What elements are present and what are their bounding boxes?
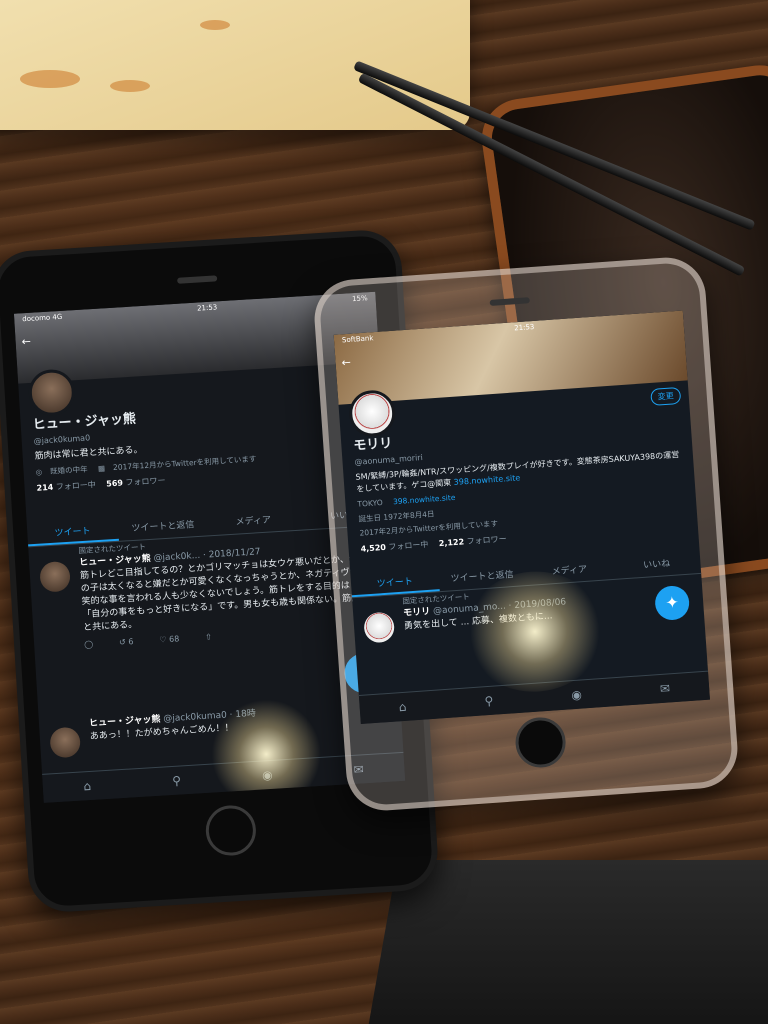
location-label: TOKYO (357, 497, 383, 509)
like-button[interactable]: ♡ 68 (159, 633, 180, 646)
right-twitter-screen: SoftBank 21:53 ← 変更 モリリ @aonuma_moriri S… (333, 310, 710, 724)
following-label: フォロー中 (55, 480, 97, 492)
retweet-button[interactable]: ↺ 6 (119, 636, 134, 648)
following-count: 214 (36, 483, 54, 494)
followers-label: フォロワー (125, 476, 166, 488)
share-icon[interactable]: ⇧ (205, 631, 212, 643)
carrier-label: SoftBank (341, 334, 374, 345)
calendar-icon: ▦ (97, 464, 106, 474)
home-button[interactable] (204, 804, 258, 857)
followers-count: 569 (106, 478, 124, 489)
messages-icon[interactable]: ✉ (659, 681, 670, 696)
photo-scene: docomo 4G 21:53 15% ← 変更 ヒュー・ジャッ熊 @jack0… (0, 0, 768, 1024)
profile-info: モリリ @aonuma_moriri SM/緊縛/3P/輪姦/NTR/スワッピン… (353, 415, 688, 555)
tab-media[interactable]: メディア (525, 556, 614, 585)
tweet-author-name: モリリ (402, 606, 431, 619)
retweet-count: 6 (128, 637, 134, 647)
followers-label: フォロワー (466, 534, 507, 547)
location-label: 既婚の中年 (49, 465, 88, 477)
location-icon: ◎ (35, 467, 43, 478)
notifications-icon[interactable]: ◉ (571, 688, 582, 703)
followers-count: 2,122 (438, 537, 465, 549)
home-button[interactable] (513, 715, 568, 770)
time-label: 21:53 (196, 303, 218, 313)
time-label: 21:53 (513, 322, 535, 333)
following-count: 4,520 (360, 543, 387, 554)
tab-likes[interactable]: いいね (612, 550, 701, 579)
home-icon[interactable]: ⌂ (83, 779, 91, 793)
food-plate (0, 0, 470, 130)
edit-profile-button[interactable]: 変更 (650, 386, 682, 406)
reply-icon[interactable]: ◯ (84, 639, 94, 651)
tab-replies[interactable]: ツイートと返信 (438, 562, 527, 591)
tweet-avatar[interactable] (39, 560, 71, 593)
following-label: フォロー中 (388, 540, 429, 552)
floor (362, 860, 768, 1024)
tab-media[interactable]: メディア (207, 507, 299, 535)
search-icon[interactable]: ⚲ (172, 773, 182, 788)
home-icon[interactable]: ⌂ (398, 700, 407, 714)
search-icon[interactable]: ⚲ (484, 694, 494, 709)
right-phone: SoftBank 21:53 ← 変更 モリリ @aonuma_moriri S… (311, 254, 741, 814)
bio-link[interactable]: 398.nowhite.site (453, 473, 520, 487)
tab-tweets[interactable]: ツイート (350, 568, 440, 598)
back-arrow-icon[interactable]: ← (341, 356, 354, 370)
like-count: 68 (168, 634, 180, 645)
notifications-icon[interactable]: ◉ (262, 768, 273, 783)
tweet-avatar[interactable] (49, 726, 82, 759)
tab-replies[interactable]: ツイートと返信 (117, 512, 209, 540)
bottom-nav: ⌂ ⚲ ◉ ✉ (358, 670, 710, 724)
carrier-label: docomo 4G (22, 312, 63, 324)
speaker-grille (489, 297, 530, 306)
tweet-avatar[interactable] (363, 611, 396, 644)
back-arrow-icon[interactable]: ← (21, 335, 34, 349)
website-link[interactable]: 398.nowhite.site (393, 492, 456, 505)
speaker-grille (177, 275, 218, 284)
tab-tweets[interactable]: ツイート (26, 517, 119, 547)
